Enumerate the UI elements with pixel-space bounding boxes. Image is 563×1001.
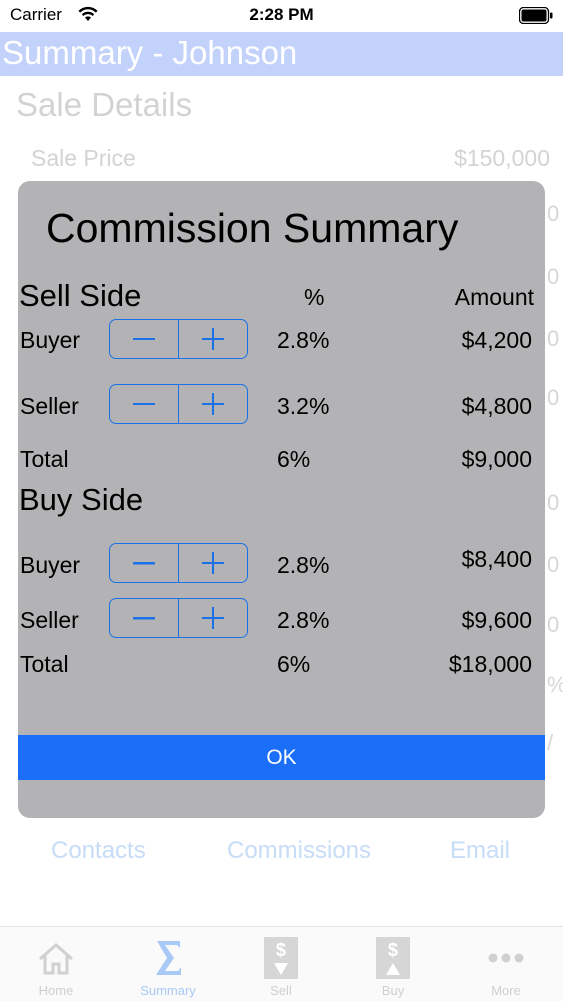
ok-button-label: OK: [266, 745, 297, 769]
tab-label: Summary: [140, 983, 196, 998]
sell-side-heading: Sell Side: [19, 278, 142, 313]
buy-buyer-percent: 2.8%: [277, 552, 330, 578]
hidden-row-edge: 0: [547, 612, 560, 637]
sell-buyer-amount: $4,200: [461, 327, 532, 353]
svg-text:$: $: [276, 940, 286, 960]
tab-label: Home: [38, 983, 74, 998]
tab-home[interactable]: Home: [0, 927, 112, 1001]
buy-side-heading: Buy Side: [19, 482, 144, 517]
hidden-row-edge: 0: [547, 490, 560, 515]
hidden-row-edge: 0: [547, 326, 560, 351]
buy-buyer-label: Buyer: [20, 552, 81, 578]
amount-column-header: Amount: [454, 284, 534, 310]
tab-label: Sell: [270, 983, 292, 998]
buy-buyer-amount: $8,400: [461, 546, 532, 572]
tab-sell[interactable]: $ Sell: [225, 927, 337, 1001]
buy-total-amount: $18,000: [448, 651, 532, 677]
sell-seller-amount: $4,800: [461, 393, 532, 419]
dollar-down-icon: $: [225, 937, 337, 979]
sale-price-value: $150,000: [454, 145, 550, 171]
buy-seller-percent: 2.8%: [277, 607, 330, 633]
sell-total-amount: $9,000: [461, 446, 532, 472]
commission-summary-dialog: Commission Summary Sell Side % Amount Bu…: [18, 181, 545, 818]
buy-total-label: Total: [20, 651, 69, 677]
ok-button[interactable]: OK: [18, 735, 545, 780]
plus-button[interactable]: [179, 544, 247, 582]
contacts-link[interactable]: Contacts: [51, 837, 146, 865]
sale-price-label: Sale Price: [31, 145, 136, 171]
buy-buyer-stepper: [109, 543, 248, 583]
sell-buyer-stepper: [109, 319, 248, 359]
buy-total-percent: 6%: [277, 651, 311, 677]
sell-total-percent: 6%: [277, 446, 311, 472]
hidden-row-edge: %: [547, 672, 563, 698]
sell-seller-stepper: [109, 384, 248, 424]
tab-label: More: [491, 983, 521, 998]
sell-total-label: Total: [20, 446, 69, 472]
sell-buyer-label: Buyer: [20, 327, 81, 353]
buy-seller-amount: $9,600: [461, 607, 532, 633]
hidden-row-edge: /: [547, 730, 554, 755]
buy-seller-stepper: [109, 598, 248, 638]
plus-button[interactable]: [179, 599, 247, 637]
clock-time: 2:28 PM: [249, 5, 314, 24]
dollar-up-icon: $: [337, 937, 449, 979]
page-title: Summary - Johnson: [2, 34, 298, 71]
email-link[interactable]: Email: [450, 837, 510, 865]
hidden-row-edge: 0: [547, 201, 560, 226]
more-icon: [450, 937, 562, 979]
dialog-title: Commission Summary: [46, 205, 459, 251]
tab-bar: Home Summary $ Sell $ Buy More: [0, 926, 563, 1001]
sigma-icon: [112, 937, 224, 979]
status-bar: Carrier 2:28 PM: [0, 0, 563, 32]
tab-more[interactable]: More: [450, 927, 562, 1001]
sell-buyer-percent: 2.8%: [277, 327, 330, 353]
tab-buy[interactable]: $ Buy: [337, 927, 449, 1001]
hidden-row-edge: 0: [547, 552, 560, 577]
percent-column-header: %: [304, 284, 325, 310]
tab-label: Buy: [381, 983, 405, 998]
tab-summary[interactable]: Summary: [112, 927, 224, 1001]
sell-seller-label: Seller: [20, 393, 79, 419]
commissions-link[interactable]: Commissions: [227, 837, 371, 865]
minus-button[interactable]: [110, 385, 179, 423]
minus-button[interactable]: [110, 599, 179, 637]
home-icon: [0, 937, 112, 979]
minus-button[interactable]: [110, 544, 179, 582]
svg-text:$: $: [388, 940, 398, 960]
plus-button[interactable]: [179, 385, 247, 423]
battery-icon: [518, 6, 553, 25]
buy-seller-label: Seller: [20, 607, 79, 633]
minus-button[interactable]: [110, 320, 179, 358]
hidden-row-edge: 0: [547, 385, 560, 410]
plus-button[interactable]: [179, 320, 247, 358]
hidden-row-edge: 0: [547, 264, 560, 289]
nav-bar: Summary - Johnson: [0, 32, 563, 76]
sale-details-title: Sale Details: [16, 86, 193, 123]
sell-seller-percent: 3.2%: [277, 393, 330, 419]
